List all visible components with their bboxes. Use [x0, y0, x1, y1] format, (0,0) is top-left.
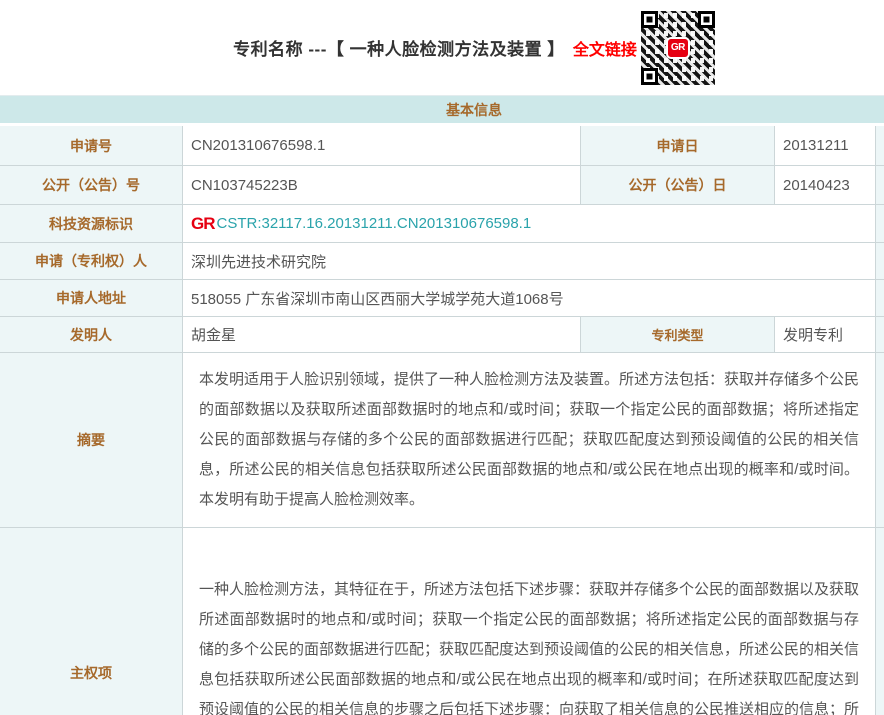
table-edge-cell: [876, 353, 884, 528]
title-bar: 专利名称 ---【 一种人脸检测方法及装置 】 全文链接 GR: [0, 0, 884, 95]
page-title: 专利名称 ---【 一种人脸检测方法及装置 】: [233, 40, 565, 59]
table-edge-cell: [876, 205, 884, 243]
label-main-claim: 主权项: [0, 528, 183, 715]
cstr-gr-logo-icon: GR: [665, 36, 690, 59]
label-application-date: 申请日: [581, 126, 775, 166]
label-publication-date: 公开（公告）日: [581, 166, 775, 205]
value-abstract: 本发明适用于人脸识别领域，提供了一种人脸检测方法及装置。所述方法包括：获取并存储…: [183, 353, 876, 528]
label-publication-number: 公开（公告）号: [0, 166, 183, 205]
table-edge-cell: [876, 528, 884, 715]
value-applicant: 深圳先进技术研究院: [183, 243, 876, 280]
value-applicant-address: 518055 广东省深圳市南山区西丽大学城学苑大道1068号: [183, 280, 876, 317]
basic-info-table: 基本信息 申请号 CN201310676598.1 申请日 20131211 公…: [0, 95, 884, 715]
table-row: 申请人地址 518055 广东省深圳市南山区西丽大学城学苑大道1068号: [0, 280, 884, 317]
table-header: 基本信息: [0, 96, 884, 126]
label-applicant: 申请（专利权）人: [0, 243, 183, 280]
cstr-link[interactable]: CSTR:32117.16.20131211.CN201310676598.1: [217, 215, 532, 232]
table-row: 公开（公告）号 CN103745223B 公开（公告）日 20140423: [0, 166, 884, 205]
value-main-claim: 一种人脸检测方法，其特征在于，所述方法包括下述步骤：获取并存储多个公民的面部数据…: [183, 528, 876, 715]
label-applicant-address: 申请人地址: [0, 280, 183, 317]
table-row: 科技资源标识 GR CSTR:32117.16.20131211.CN201310…: [0, 205, 884, 243]
table-edge-cell: [876, 166, 884, 205]
table-edge-cell: [876, 126, 884, 166]
value-application-date: 20131211: [775, 126, 876, 166]
patent-detail-page: 专利名称 ---【 一种人脸检测方法及装置 】 全文链接 GR 基本信息 申请号…: [0, 0, 884, 715]
value-cstr-id: GR CSTR:32117.16.20131211.CN201310676598.…: [183, 205, 876, 243]
value-patent-type: 发明专利: [775, 317, 876, 353]
table-header-row: 基本信息: [0, 96, 884, 126]
table-edge-cell: [876, 280, 884, 317]
fulltext-link[interactable]: 全文链接: [573, 36, 637, 60]
value-application-number: CN201310676598.1: [183, 126, 581, 166]
qr-finder-icon: [640, 10, 658, 28]
cstr-gr-icon: GR: [191, 213, 215, 233]
label-application-number: 申请号: [0, 126, 183, 166]
table-row: 摘要 本发明适用于人脸识别领域，提供了一种人脸检测方法及装置。所述方法包括：获取…: [0, 353, 884, 528]
table-row: 申请（专利权）人 深圳先进技术研究院: [0, 243, 884, 280]
qr-finder-icon: [640, 67, 658, 85]
label-inventor: 发明人: [0, 317, 183, 353]
label-patent-type: 专利类型: [581, 317, 775, 353]
value-publication-date: 20140423: [775, 166, 876, 205]
label-cstr-id: 科技资源标识: [0, 205, 183, 243]
table-row: 主权项 一种人脸检测方法，其特征在于，所述方法包括下述步骤：获取并存储多个公民的…: [0, 528, 884, 715]
value-inventor: 胡金星: [183, 317, 581, 353]
table-row: 申请号 CN201310676598.1 申请日 20131211: [0, 126, 884, 166]
table-row: 发明人 胡金星 专利类型 发明专利: [0, 317, 884, 353]
qr-code: GR: [640, 10, 715, 85]
value-publication-number: CN103745223B: [183, 166, 581, 205]
table-edge-cell: [876, 317, 884, 353]
qr-finder-icon: [697, 10, 715, 28]
table-edge-cell: [876, 243, 884, 280]
label-abstract: 摘要: [0, 353, 183, 528]
